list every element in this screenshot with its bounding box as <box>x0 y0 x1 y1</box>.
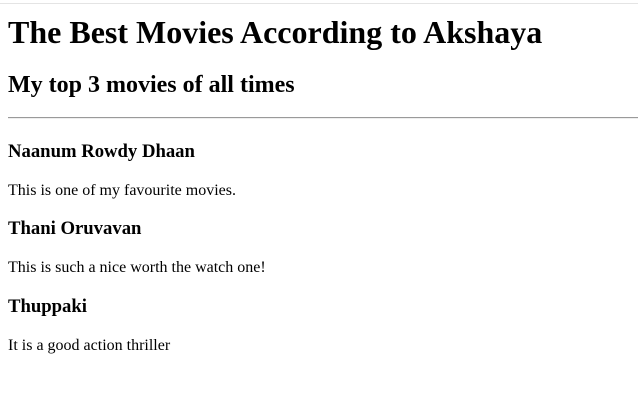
movie-title-2: Thani Oruvavan <box>8 218 142 239</box>
movie-description-2: This is such a nice worth the watch one! <box>8 259 266 276</box>
movie-description-3: It is a good action thriller <box>8 337 171 354</box>
top-border-line <box>0 3 638 4</box>
movie-title-1: Naanum Rowdy Dhaan <box>8 141 195 162</box>
page-subtitle: My top 3 movies of all times <box>8 72 295 98</box>
movie-description-1: This is one of my favourite movies. <box>8 182 236 199</box>
section-divider <box>8 117 638 119</box>
page-title: The Best Movies According to Akshaya <box>8 14 543 50</box>
movie-title-3: Thuppaki <box>8 296 87 317</box>
